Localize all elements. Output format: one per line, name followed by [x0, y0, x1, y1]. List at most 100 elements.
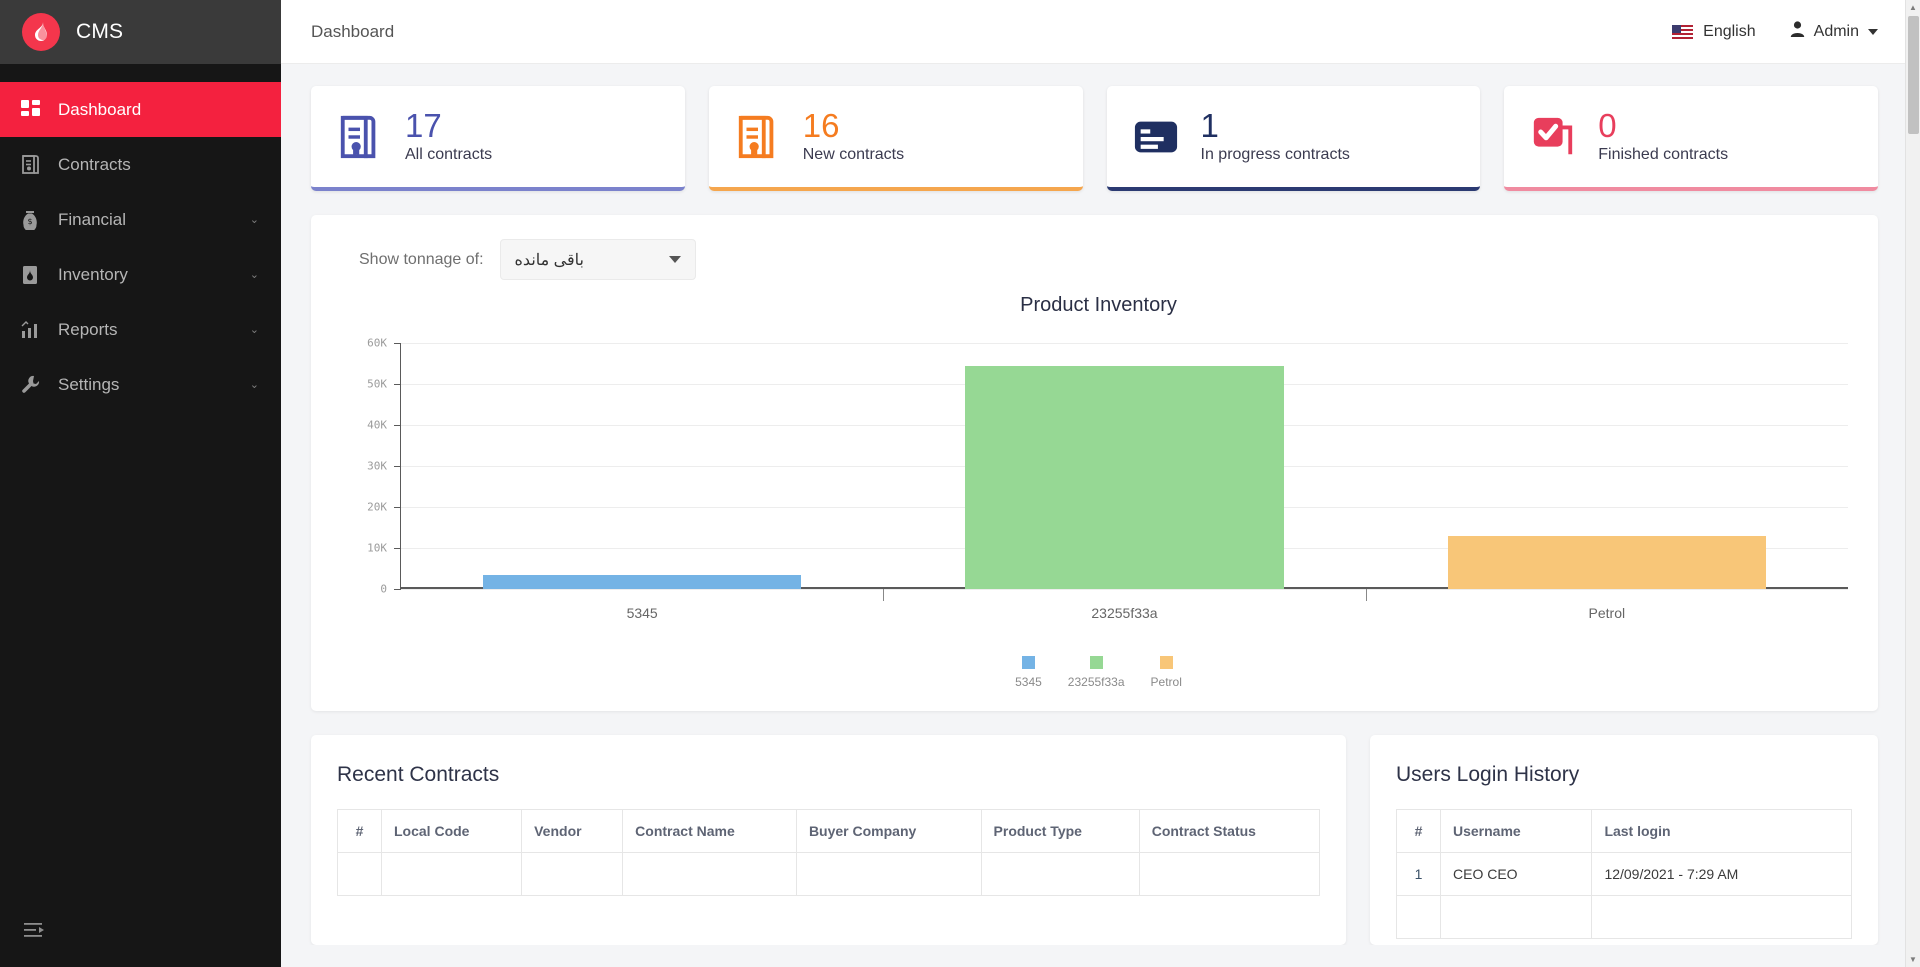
table-header-row: # Local Code Vendor Contract Name Buyer Comp… — [337, 809, 1321, 853]
table-cell: CEO CEO — [1439, 852, 1593, 896]
topbar-right: English Admin — [1672, 21, 1878, 42]
table-body: 1 CEO CEO 12/09/2021 - 7:29 AM — [1396, 852, 1852, 939]
brand[interactable]: CMS — [0, 0, 281, 64]
flame-logo-icon — [22, 13, 60, 51]
legend-label: 23255f33a — [1067, 675, 1125, 689]
bar-slot — [1365, 343, 1848, 601]
stat-card-value: 16 — [802, 106, 840, 144]
user-menu[interactable]: Admin — [1790, 21, 1878, 42]
stat-card-value: 0 — [1598, 106, 1617, 144]
table-row[interactable]: 1 CEO CEO 12/09/2021 - 7:29 AM — [1396, 852, 1852, 896]
stat-card-label: In progress contracts — [1200, 146, 1350, 164]
person-icon — [1790, 21, 1805, 42]
language-label: English — [1703, 22, 1756, 40]
sidebar-item-dashboard[interactable]: Dashboard — [0, 82, 281, 137]
table-column-header: Last login — [1591, 809, 1852, 853]
stat-card-in-progress-contracts[interactable]: 1 In progress contracts — [1106, 86, 1481, 191]
table-column-header: Local Code — [380, 809, 523, 853]
table-column-header: # — [337, 809, 382, 853]
language-selector[interactable]: English — [1672, 22, 1756, 41]
chart-legend: 5345 23255f33a Petrol — [349, 656, 1848, 689]
legend-item[interactable]: Petrol — [1151, 656, 1182, 689]
bar-slot — [401, 343, 883, 589]
table-column-header: Buyer Company — [795, 809, 982, 853]
stat-card-all-contracts[interactable]: 17 All contracts — [311, 86, 685, 191]
sidebar-item-label: Inventory — [58, 264, 128, 284]
recent-contracts-table: # Local Code Vendor Contract Name Buyer Comp… — [337, 809, 1321, 896]
scrollbar-thumb[interactable] — [1908, 16, 1919, 134]
product-inventory-chart-panel: Show tonnage of: باقی مانده Product Inve… — [311, 215, 1878, 711]
y-tick-mark — [394, 507, 401, 508]
user-label: Admin — [1813, 22, 1859, 40]
sidebar-item-reports[interactable]: Reports ⌄ — [0, 302, 281, 357]
sidebar-collapse-button[interactable] — [14, 911, 56, 953]
stat-card-new-contracts[interactable]: 16 New contracts — [708, 86, 1083, 191]
table-cell — [380, 852, 523, 896]
y-tick-label: 30K — [367, 459, 387, 473]
sidebar-item-inventory[interactable]: Inventory ⌄ — [0, 247, 281, 302]
x-tick-label: 5345 — [626, 605, 658, 621]
stat-card-label: Finished contracts — [1598, 146, 1729, 164]
chevron-down-icon: ⌄ — [249, 379, 259, 391]
stat-card-value: 1 — [1200, 106, 1219, 144]
legend-swatch — [1089, 656, 1103, 669]
chevron-down-icon: ⌄ — [249, 324, 259, 336]
bottom-panels: Recent Contracts # Local Code Vendor Contra… — [311, 735, 1878, 945]
table-cell: 12/09/2021 - 7:29 AM — [1591, 852, 1852, 896]
chart-toolbar: Show tonnage of: باقی مانده — [349, 239, 1848, 280]
chevron-down-icon — [668, 256, 681, 263]
table-cell — [1396, 895, 1441, 939]
table-cell — [337, 852, 382, 896]
tonnage-select[interactable]: باقی مانده — [499, 239, 696, 280]
chart-title: Product Inventory — [1020, 294, 1177, 316]
sidebar-item-label: Contracts — [58, 154, 131, 174]
x-axis-separator — [883, 589, 885, 601]
table-cell — [980, 852, 1140, 896]
table-cell — [1591, 895, 1852, 939]
stat-card-value: 17 — [405, 106, 442, 144]
breadcrumb: Dashboard — [311, 21, 395, 41]
contract-certificate-icon — [18, 153, 42, 177]
y-tick-mark — [394, 548, 401, 549]
legend-item[interactable]: 23255f33a — [1068, 656, 1125, 689]
grid-dashboard-icon — [18, 98, 42, 122]
tonnage-select-value: باقی مانده — [514, 251, 584, 269]
table-cell: 1 — [1396, 852, 1441, 896]
y-tick-mark — [394, 466, 401, 467]
page-scrollbar[interactable]: ▲ ▼ — [1905, 0, 1920, 967]
table-column-header: Contract Status — [1138, 809, 1321, 853]
y-tick-mark — [394, 425, 401, 426]
table-cell — [795, 852, 982, 896]
chart-plot-area: 0 10K 20K 30K 40K 50K 60K 5345 23255f33a Petrol — [349, 337, 1848, 621]
svg-text:$: $ — [27, 217, 32, 226]
chart-bar[interactable] — [965, 365, 1284, 589]
x-tick-label: 23255f33a — [1091, 605, 1158, 621]
stat-card-body: 17 All contracts — [405, 106, 493, 165]
legend-label: Petrol — [1150, 675, 1182, 689]
stat-card-body: 0 Finished contracts — [1598, 106, 1729, 165]
table-column-header: Contract Name — [622, 809, 797, 853]
chart-bar[interactable] — [483, 575, 802, 589]
stat-card-finished-contracts[interactable]: 0 Finished contracts — [1504, 86, 1878, 191]
sidebar: CMS Dashboard Contracts $ Financial ⌄ In… — [0, 0, 281, 967]
table-cell — [521, 852, 624, 896]
panel-title: Users Login History — [1396, 763, 1580, 786]
chart-plot: 0 10K 20K 30K 40K 50K 60K — [367, 337, 1848, 601]
gridline — [401, 589, 1848, 590]
scroll-up-arrow-icon[interactable]: ▲ — [1906, 0, 1920, 15]
stat-card-label: New contracts — [802, 146, 905, 164]
table-cell — [1138, 852, 1321, 896]
sidebar-item-financial[interactable]: $ Financial ⌄ — [0, 192, 281, 247]
bar-chart-icon — [18, 318, 42, 342]
stat-card-label: All contracts — [405, 146, 493, 164]
sidebar-item-label: Financial — [58, 209, 127, 229]
users-login-history-panel: Users Login History # Username Last login … — [1370, 735, 1878, 945]
scroll-down-arrow-icon[interactable]: ▼ — [1906, 952, 1920, 967]
legend-swatch — [1159, 656, 1173, 669]
table-header-row: # Username Last login — [1396, 809, 1852, 853]
stat-card-body: 1 In progress contracts — [1200, 106, 1350, 165]
legend-item[interactable]: 5345 — [1015, 656, 1042, 689]
sidebar-item-contracts[interactable]: Contracts — [0, 137, 281, 192]
sidebar-item-settings[interactable]: Settings ⌄ — [0, 357, 281, 412]
chart-bar[interactable] — [1447, 535, 1766, 589]
